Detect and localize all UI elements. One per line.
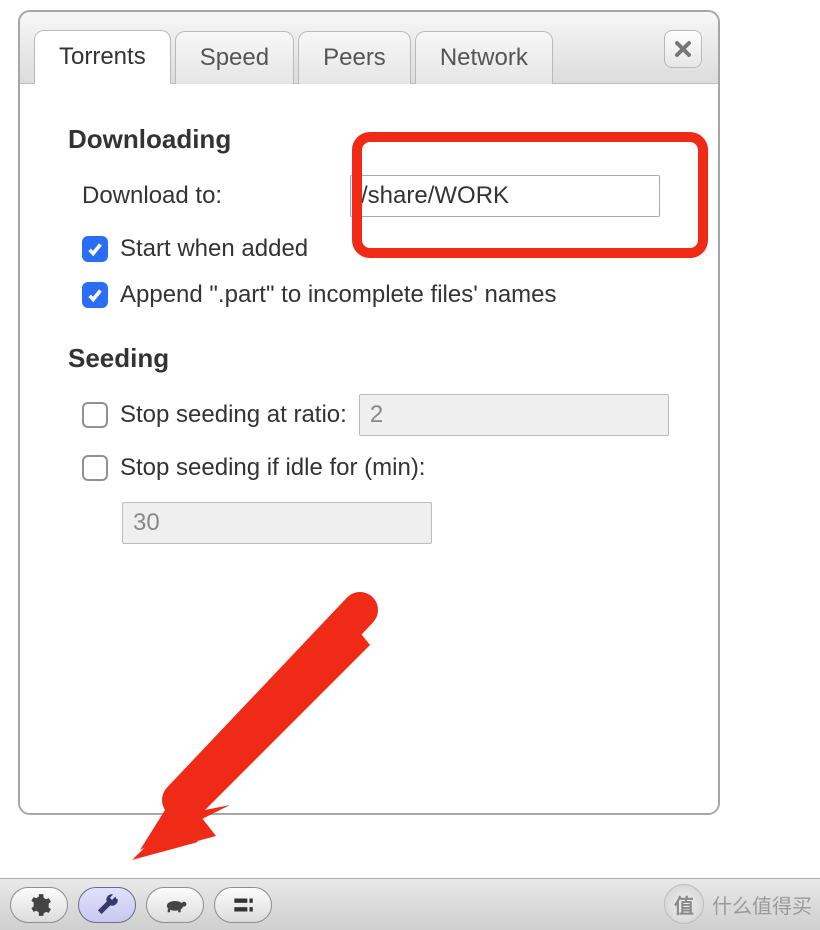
list-icon bbox=[230, 892, 256, 918]
compact-view-button[interactable] bbox=[214, 887, 272, 923]
stop-ratio-input[interactable] bbox=[359, 394, 669, 436]
wrench-icon bbox=[94, 892, 120, 918]
downloading-heading: Downloading bbox=[68, 124, 670, 155]
start-when-added-checkbox[interactable] bbox=[82, 236, 108, 262]
stop-ratio-row: Stop seeding at ratio: bbox=[82, 394, 670, 436]
tab-speed[interactable]: Speed bbox=[175, 31, 294, 84]
download-to-label: Download to: bbox=[82, 182, 222, 210]
turtle-icon bbox=[162, 892, 188, 918]
append-part-label: Append ".part" to incomplete files' name… bbox=[120, 281, 557, 309]
seeding-heading: Seeding bbox=[68, 343, 670, 374]
watermark: 值 什么值得买 bbox=[664, 884, 812, 924]
stop-idle-row: Stop seeding if idle for (min): bbox=[82, 454, 670, 544]
watermark-badge: 值 bbox=[664, 884, 704, 924]
stop-ratio-label: Stop seeding at ratio: bbox=[120, 401, 347, 429]
stop-ratio-checkbox[interactable] bbox=[82, 402, 108, 428]
tab-bar: Torrents Speed Peers Network bbox=[20, 12, 718, 84]
gear-icon bbox=[26, 892, 52, 918]
bottom-toolbar: 值 什么值得买 bbox=[0, 878, 820, 930]
close-icon bbox=[673, 39, 693, 59]
download-to-row: Download to: bbox=[82, 175, 670, 217]
stop-idle-label: Stop seeding if idle for (min): bbox=[120, 454, 425, 482]
torrents-panel: Downloading Download to: Start when adde… bbox=[20, 84, 718, 813]
close-button[interactable] bbox=[664, 30, 702, 68]
preferences-button[interactable] bbox=[78, 887, 136, 923]
append-part-checkbox[interactable] bbox=[82, 282, 108, 308]
settings-button[interactable] bbox=[10, 887, 68, 923]
turtle-button[interactable] bbox=[146, 887, 204, 923]
stop-idle-input[interactable] bbox=[122, 502, 432, 544]
preferences-dialog: Torrents Speed Peers Network Downloading… bbox=[18, 10, 720, 815]
watermark-text: 什么值得买 bbox=[712, 890, 812, 919]
start-when-added-row[interactable]: Start when added bbox=[82, 235, 670, 263]
tab-torrents[interactable]: Torrents bbox=[34, 30, 171, 84]
check-icon bbox=[86, 240, 104, 258]
stop-idle-checkbox[interactable] bbox=[82, 455, 108, 481]
check-icon bbox=[86, 286, 104, 304]
tab-peers[interactable]: Peers bbox=[298, 31, 411, 84]
start-when-added-label: Start when added bbox=[120, 235, 308, 263]
append-part-row[interactable]: Append ".part" to incomplete files' name… bbox=[82, 281, 670, 309]
download-to-input[interactable] bbox=[350, 175, 660, 217]
tab-network[interactable]: Network bbox=[415, 31, 553, 84]
